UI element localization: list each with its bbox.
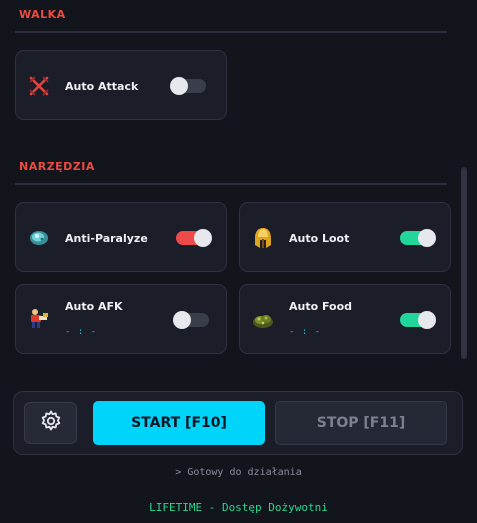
auto-attack-toggle[interactable] bbox=[170, 77, 206, 95]
auto-food-toggle[interactable] bbox=[400, 311, 436, 329]
paralyze-rune-icon bbox=[27, 226, 51, 250]
anti-paralyze-toggle[interactable] bbox=[176, 229, 212, 247]
feature-label: Auto Food bbox=[289, 300, 353, 313]
feature-label: Auto Attack bbox=[65, 80, 139, 93]
golden-helmet-icon bbox=[251, 226, 275, 250]
feature-card-auto-attack: Auto Attack bbox=[15, 50, 227, 120]
settings-button[interactable] bbox=[24, 402, 77, 444]
feature-card-anti-paralyze: Anti-Paralyze bbox=[15, 202, 227, 272]
food-icon bbox=[251, 308, 275, 332]
afk-character-icon bbox=[27, 307, 51, 331]
license-text: LIFETIME - Dostęp Dożywotni bbox=[149, 501, 328, 514]
feature-card-auto-food: Auto Food - : - bbox=[239, 284, 451, 354]
feature-timer: - : - bbox=[289, 327, 322, 337]
feature-label: Anti-Paralyze bbox=[65, 232, 148, 245]
crossed-swords-icon bbox=[27, 74, 51, 98]
stop-button[interactable]: STOP [F11] bbox=[275, 401, 447, 445]
status-text: > Gotowy do działania bbox=[175, 467, 302, 478]
feature-timer: - : - bbox=[65, 327, 98, 337]
scrollbar[interactable] bbox=[461, 167, 467, 359]
section-divider bbox=[15, 183, 447, 185]
start-button[interactable]: START [F10] bbox=[93, 401, 265, 445]
auto-loot-toggle[interactable] bbox=[400, 229, 436, 247]
feature-label: Auto Loot bbox=[289, 232, 350, 245]
section-divider bbox=[15, 31, 447, 33]
section-title-tools: NARZĘDZIA bbox=[19, 160, 95, 173]
control-bar: START [F10] STOP [F11] bbox=[13, 391, 463, 455]
feature-label: Auto AFK bbox=[65, 300, 123, 313]
section-title-combat: WALKA bbox=[19, 8, 66, 21]
feature-card-auto-afk: Auto AFK - : - bbox=[15, 284, 227, 354]
feature-card-auto-loot: Auto Loot bbox=[239, 202, 451, 272]
gear-icon bbox=[39, 409, 63, 437]
auto-afk-toggle[interactable] bbox=[173, 311, 209, 329]
